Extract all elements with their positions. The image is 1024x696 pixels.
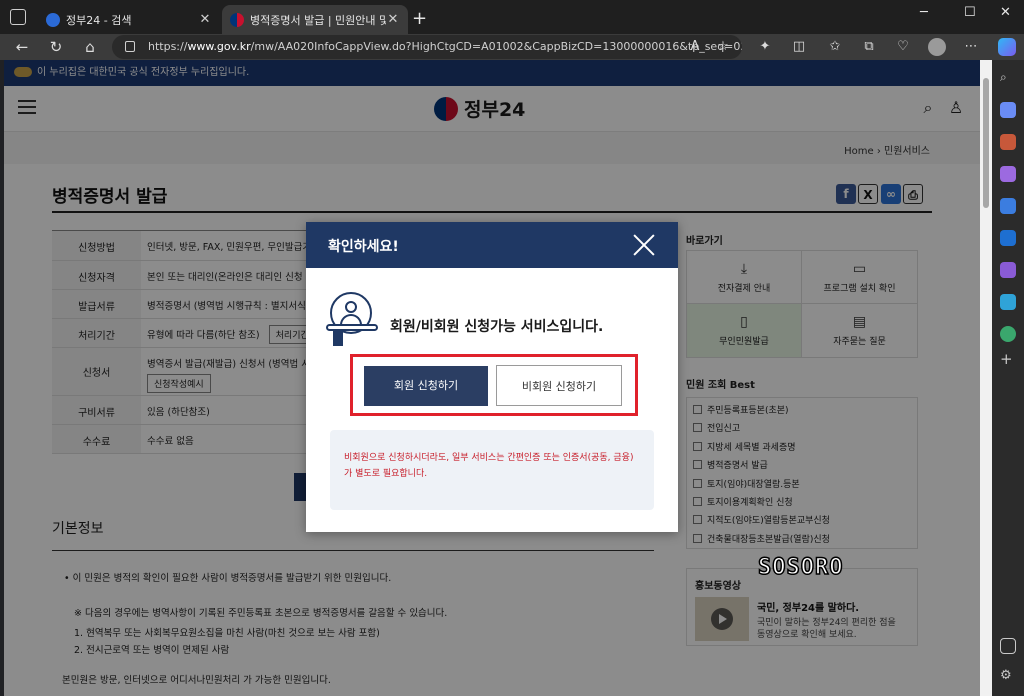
add-sidebar-icon[interactable]: + <box>1000 350 1016 368</box>
guest-apply-button[interactable]: 비회원 신청하기 <box>496 365 622 406</box>
tab-title: 정부24 - 검색 <box>66 13 132 27</box>
user-login-icon <box>326 292 378 346</box>
designer-icon[interactable] <box>1000 262 1016 278</box>
tab-actions-icon[interactable] <box>10 9 26 25</box>
new-tab-icon[interactable]: + <box>412 8 427 29</box>
settings-gear-icon[interactable]: ⚙ <box>1000 668 1016 684</box>
extensions-icon[interactable]: ✦ <box>756 38 774 56</box>
maximize-icon[interactable]: ☐ <box>964 5 976 20</box>
favorite-star-icon[interactable]: ☆ <box>714 38 732 56</box>
notice-line: 비회원으로 신청하시더라도, 일부 서비스는 간편인증 또는 인증서(공동, 금… <box>344 453 634 463</box>
address-bar[interactable]: https://www.gov.kr/mw/AA020InfoCappView.… <box>112 35 742 59</box>
read-aloud-icon[interactable]: A <box>686 38 704 56</box>
page-viewport: 이 누리집은 대한민국 공식 전자정부 누리집입니다. 정부24 ⌕ ♙ Hom… <box>4 60 992 696</box>
modal-message: 회원/비회원 신청가능 서비스입니다. <box>390 319 604 335</box>
url-path: /mw/AA020InfoCappView.do?HighCtgCD=A0100… <box>250 40 742 53</box>
tab-title: 병적증명서 발급 | 민원안내 및 신 <box>250 13 386 27</box>
browser-tab-bar: 정부24 - 검색 ✕ 병적증명서 발급 | 민원안내 및 신 ✕ + ─ ☐ … <box>0 0 1024 34</box>
scrollbar-thumb[interactable] <box>983 78 989 208</box>
search-favicon-icon <box>46 12 60 27</box>
browser-essentials-icon[interactable]: ♡ <box>894 38 912 56</box>
confirm-modal: 확인하세요! 회원/비회원 신청가능 서비스입니다. 회원 신청하기 비회원 신… <box>306 222 678 532</box>
outlook-icon[interactable] <box>1000 230 1016 246</box>
close-tab-icon[interactable]: ✕ <box>198 12 212 27</box>
copilot-small-icon[interactable] <box>1000 198 1016 214</box>
briefcase-icon[interactable] <box>1000 134 1016 150</box>
page-scrollbar[interactable] <box>980 60 992 696</box>
tab-search[interactable]: 정부24 - 검색 ✕ <box>38 5 220 34</box>
close-tab-icon[interactable]: ✕ <box>386 12 400 27</box>
modal-header: 확인하세요! <box>306 222 678 268</box>
send-icon[interactable] <box>1000 294 1016 310</box>
split-screen-icon[interactable]: ◫ <box>790 38 808 56</box>
people-icon[interactable] <box>1000 166 1016 182</box>
profile-avatar-icon[interactable] <box>928 38 946 56</box>
url-host: www.gov.kr <box>187 40 251 53</box>
more-menu-icon[interactable]: ⋯ <box>962 38 980 56</box>
modal-title: 확인하세요! <box>328 239 399 255</box>
notice-line: 가 별도로 필요합니다. <box>344 469 428 479</box>
close-window-icon[interactable]: ✕ <box>1000 5 1011 20</box>
home-icon[interactable]: ⌂ <box>80 37 100 57</box>
tag-icon[interactable] <box>1000 102 1016 118</box>
favorites-icon[interactable]: ✩ <box>826 38 844 56</box>
sidebar-layout-icon[interactable] <box>1000 638 1016 654</box>
copilot-icon[interactable] <box>998 38 1016 56</box>
modal-notice: 비회원으로 신청하시더라도, 일부 서비스는 간편인증 또는 인증서(공동, 금… <box>330 430 654 510</box>
refresh-icon[interactable]: ↻ <box>46 37 66 57</box>
collections-icon[interactable]: ⧉ <box>860 38 878 56</box>
gov24-favicon-icon <box>230 12 244 27</box>
watermark-text: SOSORO <box>757 554 844 581</box>
url-prefix: https:// <box>148 40 188 53</box>
tree-icon[interactable] <box>1000 326 1016 342</box>
browser-toolbar: ← ↻ ⌂ https://www.gov.kr/mw/AA020InfoCap… <box>0 34 1024 60</box>
back-icon[interactable]: ← <box>12 37 32 57</box>
lock-icon <box>125 41 135 52</box>
minimize-icon[interactable]: ─ <box>920 5 928 20</box>
tab-current[interactable]: 병적증명서 발급 | 민원안내 및 신 ✕ <box>222 5 408 34</box>
member-apply-button[interactable]: 회원 신청하기 <box>364 366 488 406</box>
close-icon[interactable] <box>632 233 656 257</box>
search-icon[interactable]: ⌕ <box>1000 70 1016 86</box>
edge-sidebar: ⌕ + ⚙ <box>992 60 1024 696</box>
